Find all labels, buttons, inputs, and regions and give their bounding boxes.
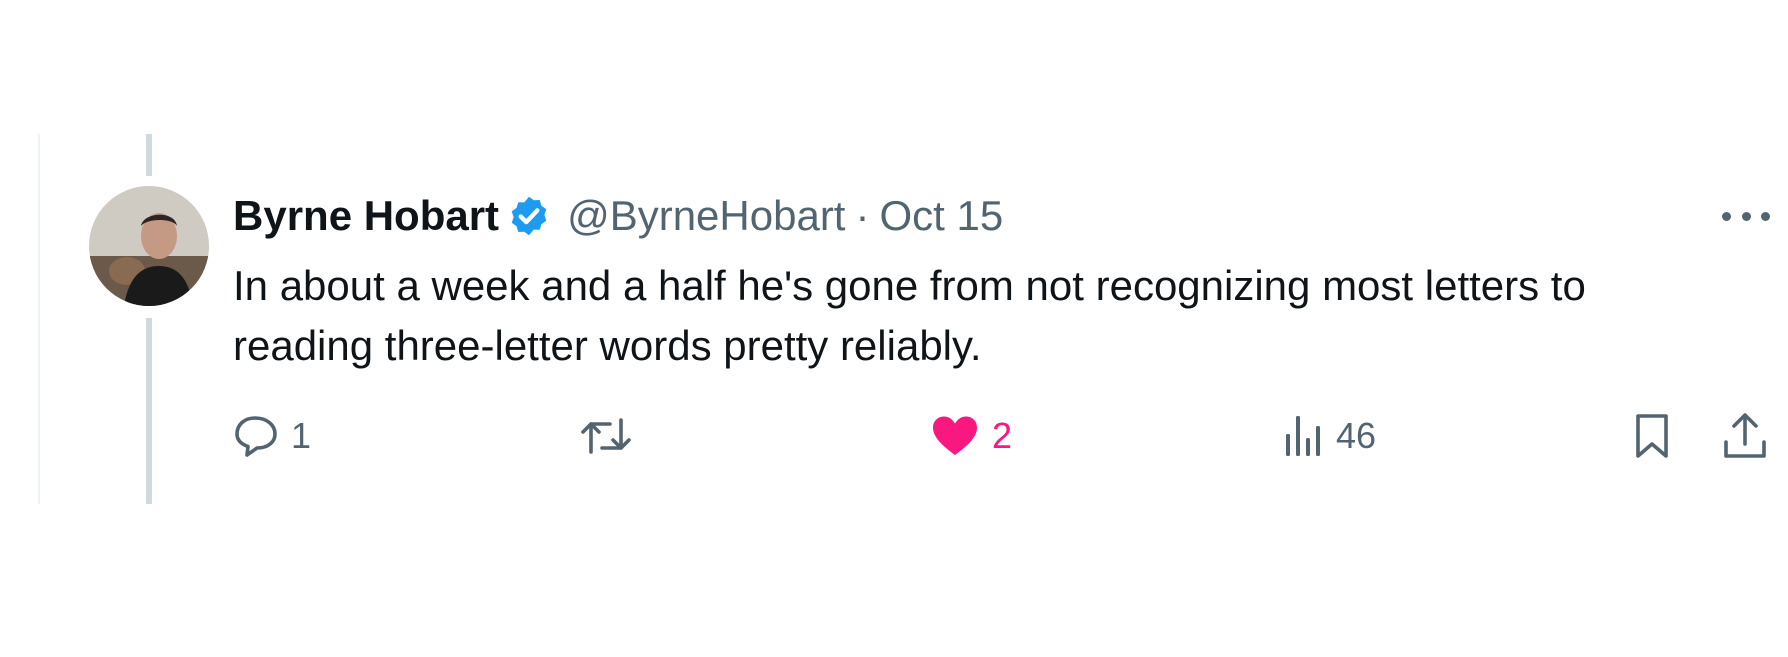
thread-line-top [146, 134, 152, 176]
retweet-icon [578, 414, 634, 458]
heart-filled-icon [930, 414, 980, 458]
more-dot [1761, 211, 1770, 221]
views-chart-icon [1282, 414, 1324, 458]
more-horizontal-icon[interactable] [1722, 196, 1770, 236]
reply-button[interactable]: 1 [233, 408, 311, 464]
tweet-date[interactable]: Oct 15 [879, 192, 1003, 240]
share-icon [1722, 412, 1768, 460]
tweet-header: Byrne Hobart @ByrneHobart · Oct 15 [233, 188, 1003, 244]
like-button[interactable]: 2 [930, 408, 1012, 464]
more-dot [1722, 211, 1731, 221]
handle[interactable]: @ByrneHobart [567, 192, 845, 240]
separator-dot: · [855, 192, 870, 239]
views-button[interactable]: 46 [1282, 408, 1376, 464]
tweet-text: In about a week and a half he's gone fro… [233, 262, 1586, 369]
display-name[interactable]: Byrne Hobart [233, 192, 499, 240]
avatar[interactable] [89, 186, 209, 306]
share-button[interactable] [1722, 408, 1768, 464]
verified-badge-icon[interactable] [507, 194, 551, 238]
reply-icon [233, 414, 279, 458]
like-count: 2 [992, 415, 1013, 456]
retweet-button[interactable] [578, 408, 634, 464]
bookmark-icon [1632, 412, 1672, 460]
reply-count: 1 [291, 415, 312, 456]
thread-line-bottom [146, 318, 152, 504]
more-dot [1741, 211, 1751, 221]
views-count: 46 [1336, 415, 1377, 456]
bookmark-button[interactable] [1632, 408, 1672, 464]
